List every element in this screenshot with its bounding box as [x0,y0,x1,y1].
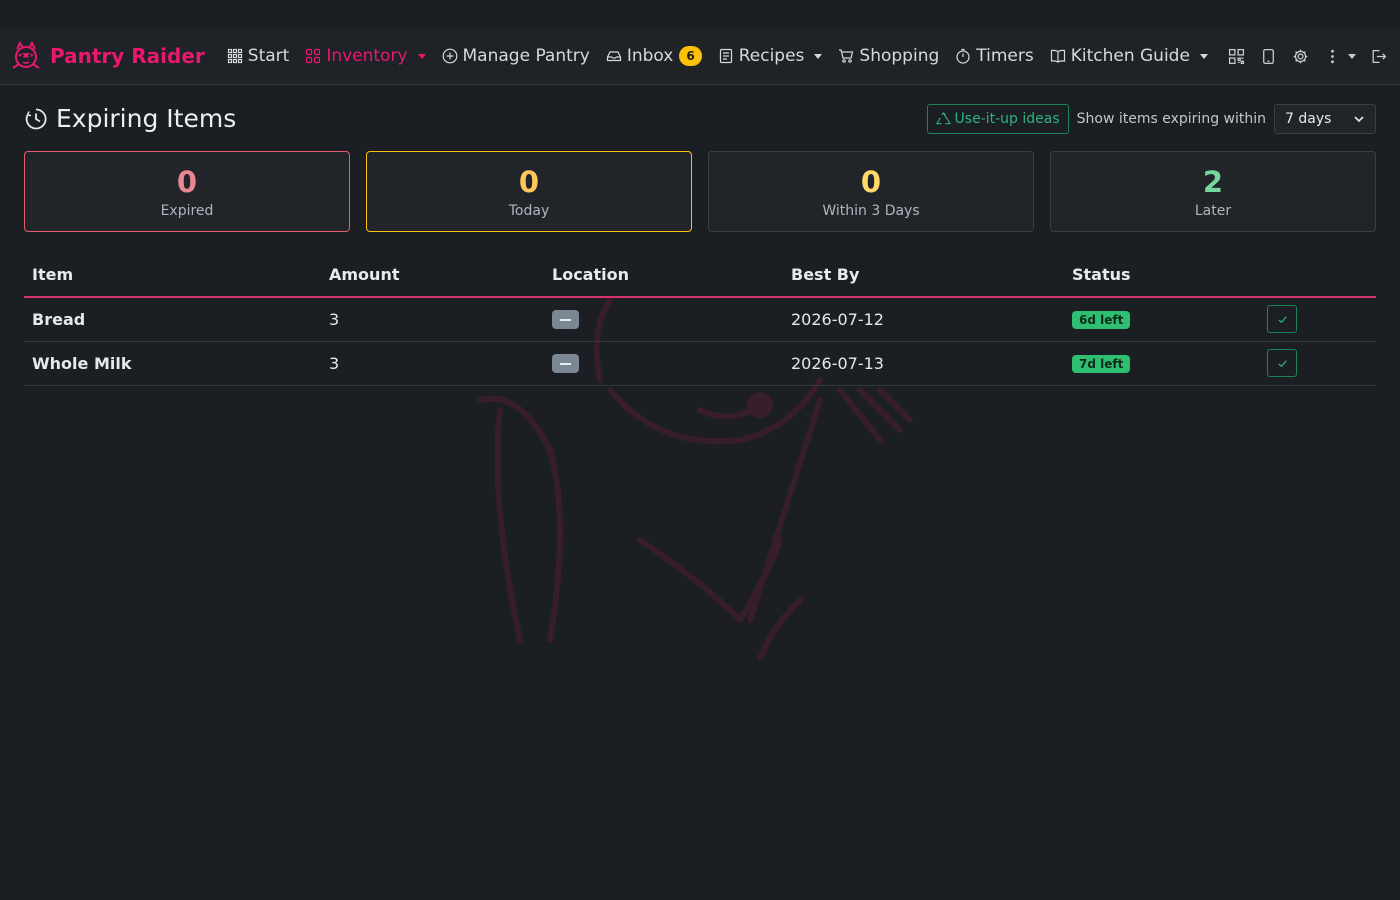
item-location [544,297,783,342]
chevron-down-icon [417,53,426,59]
brand-name: Pantry Raider [50,44,205,68]
recipe-icon [718,48,735,65]
grid-icon [227,48,244,65]
qr-code-icon[interactable] [1226,47,1246,67]
later-count: 2 [1202,164,1224,199]
column-header-location[interactable]: Location [544,253,783,298]
nav-inventory[interactable]: Inventory [305,46,426,66]
nav-timers[interactable]: Timers [955,46,1034,66]
item-actions [1259,341,1376,386]
item-amount: 3 [321,297,544,342]
today-count: 0 [518,164,540,199]
boxes-icon [305,48,322,65]
item-amount: 3 [321,341,544,386]
book-icon [1050,48,1067,65]
brand[interactable]: Pantry Raider [10,40,205,72]
nav-kitchen-guide-label: Kitchen Guide [1070,46,1190,66]
location-unset-badge[interactable] [552,354,579,373]
nav-inbox[interactable]: Inbox 6 [606,46,702,66]
expired-count: 0 [176,164,198,199]
summary-card-within-3-days[interactable]: 0 Within 3 Days [708,151,1034,232]
nav-recipes-label: Recipes [738,46,805,66]
tablet-icon[interactable] [1258,47,1278,67]
summary-card-expired[interactable]: 0 Expired [24,151,350,232]
table-row: Bread 3 2026-07-12 6d left [24,297,1376,342]
page-header: Expiring Items [24,104,236,133]
expiring-within-value: 7 days [1285,111,1332,127]
chevron-down-icon [1354,116,1364,123]
chevron-down-icon [1199,53,1208,59]
later-label: Later [1194,202,1232,219]
nav-recipes[interactable]: Recipes [718,46,823,66]
check-icon [1277,316,1287,323]
nav-kitchen-guide[interactable]: Kitchen Guide [1050,46,1208,66]
stopwatch-icon [955,48,972,65]
cart-icon [838,48,855,65]
mark-used-button[interactable] [1267,349,1297,377]
summary-cards: 0 Expired 0 Today 0 Within 3 Days 2 Late… [24,151,1376,232]
page-title: Expiring Items [56,104,237,133]
window-top-strip [0,0,1400,28]
navbar: Pantry Raider Start Inventory Manage Pan… [0,28,1400,85]
clock-history-icon [25,108,47,129]
status-badge: 7d left [1072,355,1131,373]
location-unset-badge[interactable] [552,310,579,330]
nav-start-label: Start [247,46,290,66]
item-status: 7d left [1064,341,1259,386]
item-name: Bread [24,297,321,342]
nav-timers-label: Timers [976,46,1034,66]
nav-inventory-label: Inventory [326,46,408,66]
column-header-item[interactable]: Item [24,253,321,298]
nav-menu: Start Inventory Manage Pantry Inbox 6 Re… [227,46,1224,66]
expiry-controls: Use-it-up ideas Show items expiring with… [926,104,1376,134]
item-status: 6d left [1064,297,1259,342]
nav-manage-pantry[interactable]: Manage Pantry [442,46,590,66]
today-label: Today [508,202,550,219]
expiring-items-table: Item Amount Location Best By Status Brea… [24,253,1376,386]
summary-card-later[interactable]: 2 Later [1050,151,1376,232]
nav-manage-pantry-label: Manage Pantry [462,46,590,66]
chevron-down-icon [814,53,823,59]
logout-icon[interactable] [1368,47,1388,67]
item-best-by: 2026-07-13 [783,341,1064,386]
column-header-best-by[interactable]: Best By [783,253,1064,298]
use-it-up-ideas-label: Use-it-up ideas [954,111,1060,127]
column-header-status[interactable]: Status [1064,253,1259,298]
nav-right-tools [1214,28,1388,85]
table-header-row: Item Amount Location Best By Status [24,253,1376,298]
status-badge: 6d left [1072,311,1131,330]
summary-card-today[interactable]: 0 Today [366,151,692,232]
nav-start[interactable]: Start [227,46,290,66]
table-row: Whole Milk 3 2026-07-13 7d left [24,341,1376,386]
use-it-up-ideas-button[interactable]: Use-it-up ideas [926,104,1069,134]
item-name: Whole Milk [24,341,321,386]
within-3-days-count: 0 [860,164,882,199]
nav-shopping[interactable]: Shopping [838,46,939,66]
expiring-within-select[interactable]: 7 days [1274,104,1376,134]
item-actions [1259,297,1376,342]
inbox-count-badge: 6 [679,46,702,66]
item-best-by: 2026-07-12 [783,297,1064,342]
plus-circle-icon [442,48,459,65]
inbox-icon [606,48,623,65]
column-header-actions [1259,253,1376,298]
mark-used-button[interactable] [1267,305,1297,334]
expiring-within-label: Show items expiring within [1076,111,1266,127]
check-icon [1277,359,1287,367]
chevron-down-icon[interactable] [1348,54,1356,59]
more-vertical-icon[interactable] [1322,47,1342,67]
gear-icon[interactable] [1290,47,1310,67]
raccoon-logo-icon [12,40,40,69]
recycle-icon [935,111,951,124]
column-header-amount[interactable]: Amount [321,253,544,298]
nav-inbox-label: Inbox [626,46,674,66]
expired-label: Expired [160,202,214,219]
item-location [544,341,783,386]
nav-shopping-label: Shopping [859,46,940,66]
within-3-days-label: Within 3 Days [822,202,920,219]
